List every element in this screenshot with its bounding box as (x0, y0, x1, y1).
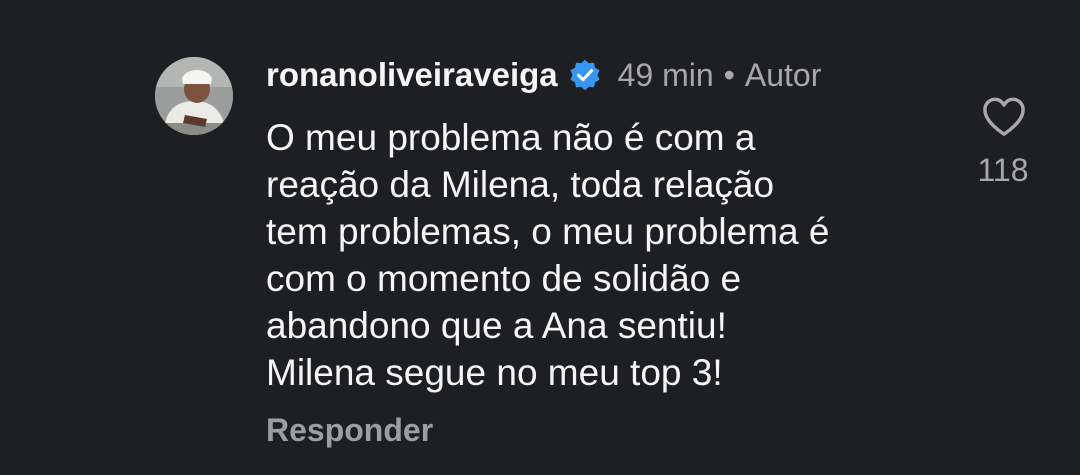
like-count: 118 (977, 152, 1029, 188)
reply-button[interactable]: Responder (266, 412, 433, 449)
author-label: Autor (744, 56, 822, 93)
comment-text-line: Milena segue no meu top 3! (266, 352, 723, 393)
heart-outline-icon (983, 97, 1025, 136)
comment-text-line: O meu problema não é com a (266, 117, 756, 158)
verified-badge-icon (568, 58, 602, 92)
comment-text-line: reação da Milena, toda relação (266, 164, 775, 205)
comment-text-line: tem problemas, o meu problema é (266, 211, 830, 252)
like-button[interactable] (981, 96, 1027, 138)
comment-header: ronanoliveiraveiga 49 min • Autor (266, 52, 821, 98)
comment-text: O meu problema não é com a reação da Mil… (266, 114, 956, 396)
username-link[interactable]: ronanoliveiraveiga (266, 56, 558, 94)
separator-dot: • (723, 56, 735, 93)
avatar[interactable] (155, 57, 233, 135)
timestamp: 49 min (617, 56, 714, 93)
comment-text-line: abandono que a Ana sentiu! (266, 305, 727, 346)
comment-text-line: com o momento de solidão e (266, 258, 742, 299)
comment-view: ronanoliveiraveiga 49 min • Autor O meu … (0, 0, 1080, 475)
